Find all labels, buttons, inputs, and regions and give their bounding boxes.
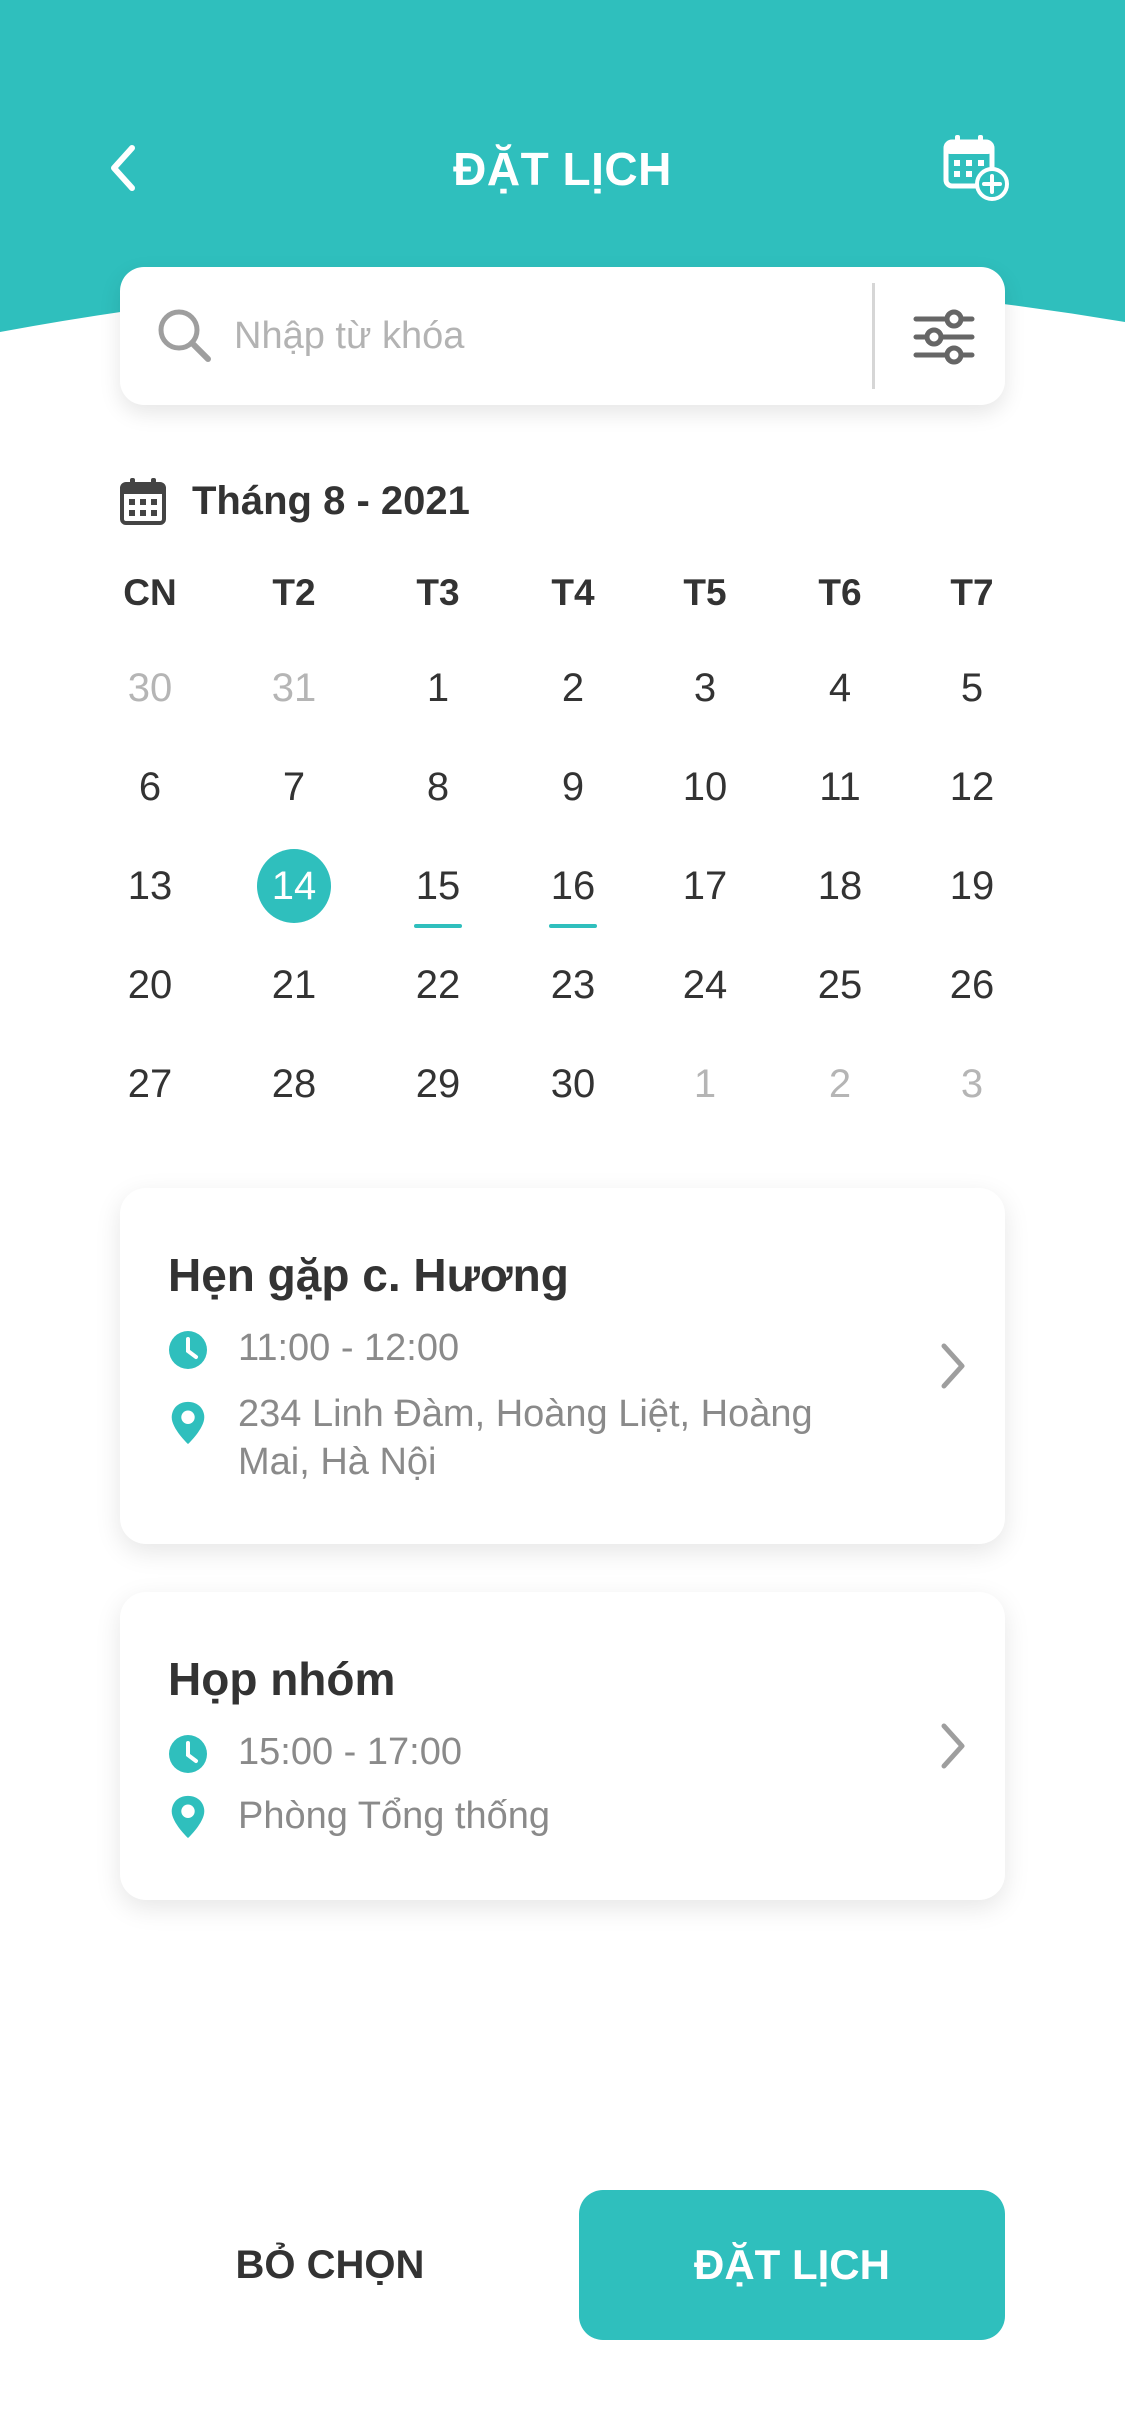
- calendar-day[interactable]: 22: [396, 943, 480, 1027]
- event-location: Phòng Tổng thống: [238, 1795, 551, 1837]
- month-header: Tháng 8 - 2021: [120, 475, 470, 527]
- clock-icon: [169, 1331, 207, 1369]
- calendar-day[interactable]: 30: [531, 1042, 615, 1126]
- filter-button[interactable]: [906, 299, 982, 375]
- calendar-day[interactable]: 12: [930, 745, 1014, 829]
- event-time: 11:00 - 12:00: [238, 1327, 460, 1369]
- calendar-add-icon: [943, 135, 1009, 201]
- weekday-label: T4: [551, 572, 595, 613]
- filter-sliders-icon: [913, 309, 975, 365]
- booking-screen: ĐẶT LỊCH Nhập từ khóa Tháng 8 - 2021 CN …: [0, 0, 1125, 2436]
- clock-icon: [169, 1735, 207, 1773]
- calendar-day[interactable]: 26: [930, 943, 1014, 1027]
- search-bar: [120, 267, 1005, 405]
- weekday-label: T6: [818, 572, 862, 613]
- chevron-right-icon: [941, 1723, 965, 1769]
- calendar-day[interactable]: 16: [531, 844, 615, 928]
- calendar-day[interactable]: 9: [531, 745, 615, 829]
- event-location-row: 234 Linh Đàm, Hoàng Liệt, Hoàng Mai, Hà …: [168, 1390, 888, 1486]
- calendar-day[interactable]: 3: [930, 1042, 1014, 1126]
- calendar-day[interactable]: 11: [798, 745, 882, 829]
- month-label: Tháng 8 - 2021: [192, 478, 470, 523]
- calendar-day[interactable]: 19: [930, 844, 1014, 928]
- calendar-day[interactable]: 8: [396, 745, 480, 829]
- calendar-day[interactable]: 6: [108, 745, 192, 829]
- calendar-day[interactable]: 29: [396, 1042, 480, 1126]
- event-title: Họp nhóm: [168, 1653, 396, 1705]
- search-input[interactable]: [234, 303, 874, 369]
- calendar-day[interactable]: 31: [252, 646, 336, 730]
- calendar-day[interactable]: 30: [108, 646, 192, 730]
- calendar-day[interactable]: 18: [798, 844, 882, 928]
- calendar-day[interactable]: 28: [252, 1042, 336, 1126]
- calendar-day[interactable]: 1: [396, 646, 480, 730]
- weekday-label: CN: [123, 572, 177, 613]
- weekday-label: T3: [416, 572, 460, 613]
- calendar-day[interactable]: 4: [798, 646, 882, 730]
- calendar-day[interactable]: 5: [930, 646, 1014, 730]
- calendar-day[interactable]: 27: [108, 1042, 192, 1126]
- location-pin-icon: [171, 1401, 205, 1445]
- chevron-right-icon: [941, 1343, 965, 1389]
- event-card[interactable]: Họp nhóm 15:00 - 17:00 Phòng Tổng thống: [120, 1592, 1005, 1900]
- event-time-row: 15:00 - 17:00: [168, 1728, 462, 1776]
- calendar-day[interactable]: 23: [531, 943, 615, 1027]
- event-card[interactable]: Hẹn gặp c. Hương 11:00 - 12:00 234 Linh …: [120, 1188, 1005, 1544]
- calendar-day[interactable]: 17: [663, 844, 747, 928]
- calendar-day[interactable]: 3: [663, 646, 747, 730]
- calendar-day[interactable]: 24: [663, 943, 747, 1027]
- calendar-icon: [120, 478, 166, 525]
- event-time-row: 11:00 - 12:00: [168, 1324, 459, 1372]
- calendar-day[interactable]: 13: [108, 844, 192, 928]
- weekday-label: T2: [272, 572, 316, 613]
- calendar-day[interactable]: 20: [108, 943, 192, 1027]
- calendar-day[interactable]: 14: [257, 849, 331, 923]
- calendar-day[interactable]: 21: [252, 943, 336, 1027]
- weekday-label: T5: [683, 572, 727, 613]
- event-time: 15:00 - 17:00: [238, 1731, 462, 1773]
- calendar-day[interactable]: 2: [531, 646, 615, 730]
- calendar-day[interactable]: 1: [663, 1042, 747, 1126]
- add-calendar-button[interactable]: [940, 132, 1010, 202]
- location-pin-icon: [171, 1795, 205, 1839]
- calendar-day[interactable]: 7: [252, 745, 336, 829]
- clear-selection-button[interactable]: BỎ CHỌN: [180, 2190, 480, 2340]
- event-title: Hẹn gặp c. Hương: [168, 1249, 569, 1301]
- calendar-day[interactable]: 10: [663, 745, 747, 829]
- weekday-header: CN T2 T3 T4 T5 T6 T7: [0, 572, 1125, 622]
- search-icon: [158, 309, 211, 362]
- calendar-day[interactable]: 15: [396, 844, 480, 928]
- weekday-label: T7: [950, 572, 994, 613]
- event-location-row: Phòng Tổng thống: [168, 1792, 550, 1840]
- calendar-day[interactable]: 25: [798, 943, 882, 1027]
- search-divider: [872, 283, 875, 389]
- book-button[interactable]: ĐẶT LỊCH: [579, 2190, 1005, 2340]
- calendar-day[interactable]: 2: [798, 1042, 882, 1126]
- event-location: 234 Linh Đàm, Hoàng Liệt, Hoàng Mai, Hà …: [238, 1393, 813, 1483]
